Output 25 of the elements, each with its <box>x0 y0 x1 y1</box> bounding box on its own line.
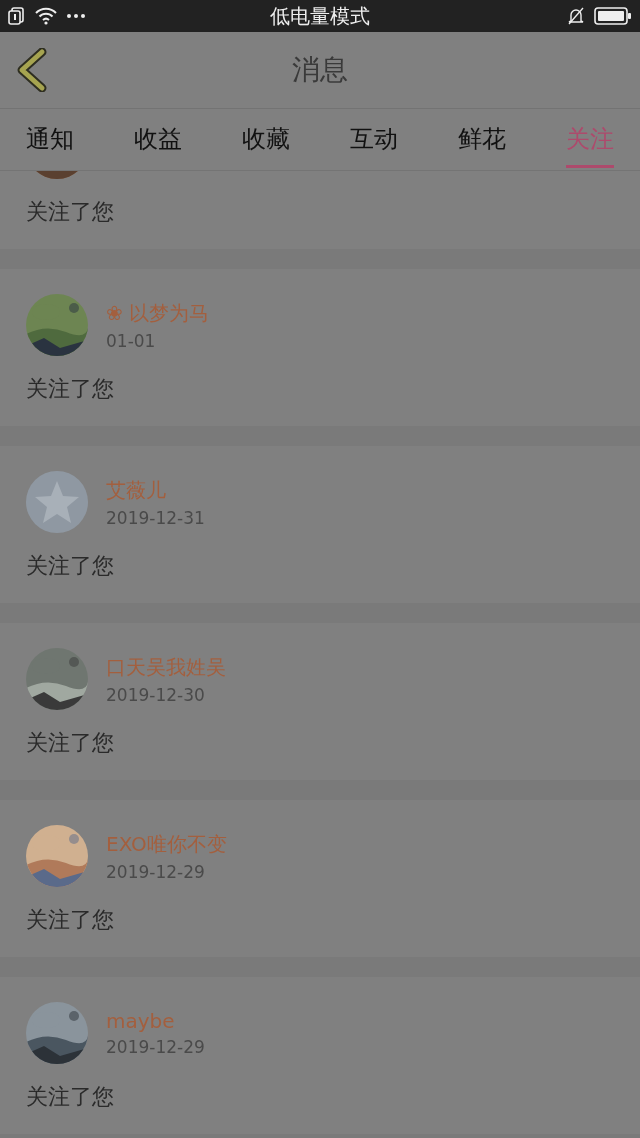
user-name[interactable]: 口天吴我姓吴 <box>106 653 226 681</box>
message-text: 关注了您 <box>26 375 115 403</box>
tab[interactable]: 互动 <box>350 109 398 168</box>
message-text: 关注了您 <box>26 1083 115 1111</box>
more-icon <box>66 13 86 19</box>
message-text: 关注了您 <box>26 198 115 226</box>
page-title: 消息 <box>292 52 348 88</box>
back-icon[interactable] <box>16 48 48 92</box>
message-text: 关注了您 <box>26 729 115 757</box>
status-title: 低电量模式 <box>270 2 370 30</box>
tab[interactable]: 通知 <box>26 109 74 168</box>
muted-bell-icon <box>566 6 586 26</box>
tab[interactable]: 收藏 <box>242 109 290 168</box>
tab[interactable]: 收益 <box>134 109 182 168</box>
message-text: 关注了您 <box>26 552 115 580</box>
default-avatar-icon <box>26 471 88 533</box>
battery-icon <box>594 7 632 25</box>
message-text: 关注了您 <box>26 906 115 934</box>
sim-card-icon <box>8 7 26 25</box>
user-name[interactable]: EXO唯你不变 <box>106 830 227 858</box>
tab[interactable]: 鲜花 <box>458 109 506 168</box>
user-name[interactable]: 艾薇儿 <box>106 476 205 504</box>
user-name[interactable]: maybe <box>106 1009 205 1033</box>
wifi-icon <box>34 7 58 25</box>
user-name[interactable]: ❀ 以梦为马 <box>106 299 210 327</box>
